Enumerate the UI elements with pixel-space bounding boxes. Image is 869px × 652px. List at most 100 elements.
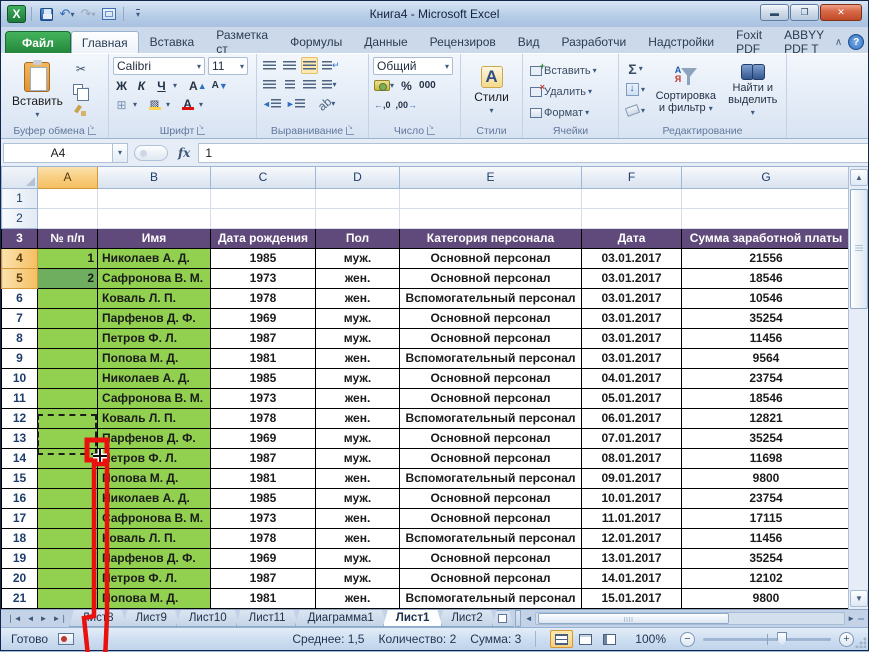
comma-style-button[interactable]: 000 [418,77,437,94]
accounting-format-button[interactable]: ▾ [373,77,395,94]
cell-gender-16[interactable]: муж. [316,488,400,508]
row-header-18[interactable]: 18 [2,528,38,548]
cell-gender-21[interactable]: жен. [316,588,400,608]
row-header-20[interactable]: 20 [2,568,38,588]
cell-sum-9[interactable]: 9564 [682,348,851,368]
cell-category-20[interactable]: Основной персонал [400,568,582,588]
percent-button[interactable]: % [398,77,415,94]
increase-indent-button[interactable]: ► [285,95,306,112]
dialog-launcher-icon[interactable] [346,127,354,135]
sheet-tab-Диаграмма1[interactable]: Диаграмма1 [295,610,387,627]
normal-view-button[interactable] [550,630,573,648]
cell-A18[interactable] [38,528,98,548]
page-layout-view-button[interactable] [574,630,597,648]
row-header-15[interactable]: 15 [2,468,38,488]
increase-decimal-button[interactable]: ←,0 [373,96,392,113]
row-header-5[interactable]: 5 [2,268,38,288]
orientation-button[interactable]: ab▾ [317,95,336,112]
next-sheet-icon[interactable]: ► [38,614,50,623]
cell-sum-19[interactable]: 35254 [682,548,851,568]
cell-D2[interactable] [316,208,400,228]
autosum-button[interactable]: Σ▾ [623,59,648,78]
grow-font-button[interactable]: А▲ [188,77,208,94]
cell-year-12[interactable]: 1978 [211,408,316,428]
vertical-scrollbar[interactable]: ▲ ▼ [848,167,868,609]
cell-D1[interactable] [316,188,400,208]
last-sheet-icon[interactable]: ►❘ [50,614,69,623]
cut-button[interactable]: ✂ [70,59,92,78]
cell-A19[interactable] [38,548,98,568]
number-format-combo[interactable]: Общий▾ [373,57,453,75]
cell-sum-13[interactable]: 35254 [682,428,851,448]
cell-gender-10[interactable]: муж. [316,368,400,388]
row-header-7[interactable]: 7 [2,308,38,328]
cell-category-11[interactable]: Основной персонал [400,388,582,408]
cell-date-20[interactable]: 14.01.2017 [582,568,682,588]
align-right-button[interactable] [301,76,318,93]
cell-name-19[interactable]: Парфенов Д. Ф. [98,548,211,568]
cell-name-20[interactable]: Петров Ф. Л. [98,568,211,588]
ribbon-tab-Надстройки[interactable]: Надстройки [637,31,725,53]
format-cells-button[interactable]: Формат▾ [527,103,614,122]
cell-year-8[interactable]: 1987 [211,328,316,348]
cell-C1[interactable] [211,188,316,208]
cell-E2[interactable] [400,208,582,228]
cell-A16[interactable] [38,488,98,508]
dialog-launcher-icon[interactable] [427,127,435,135]
cell-A6[interactable] [38,288,98,308]
sheet-tab-Лист11[interactable]: Лист11 [236,610,299,627]
cell-sum-10[interactable]: 23754 [682,368,851,388]
row-header-12[interactable]: 12 [2,408,38,428]
cell-year-10[interactable]: 1985 [211,368,316,388]
cell-A20[interactable] [38,568,98,588]
cell-date-5[interactable]: 03.01.2017 [582,268,682,288]
cell-year-6[interactable]: 1978 [211,288,316,308]
cell-sum-11[interactable]: 18546 [682,388,851,408]
cell-category-19[interactable]: Основной персонал [400,548,582,568]
row-header-9[interactable]: 9 [2,348,38,368]
worksheet-grid[interactable]: ABCDEFG123№ п/пИмяДата рожденияПолКатего… [1,167,850,609]
cell-gender-9[interactable]: жен. [316,348,400,368]
column-header-F[interactable]: F [582,167,682,188]
cell-category-18[interactable]: Вспомогательный персонал [400,528,582,548]
cell-gender-18[interactable]: жен. [316,528,400,548]
restore-button[interactable]: ❐ [790,4,819,21]
cell-gender-5[interactable]: жен. [316,268,400,288]
fill-color-button[interactable]: ▨ [146,96,163,113]
cell-name-14[interactable]: Петров Ф. Л. [98,448,211,468]
table-header-cell[interactable]: Дата [582,228,682,248]
prev-sheet-icon[interactable]: ◄ [25,614,37,623]
cell-category-13[interactable]: Основной персонал [400,428,582,448]
cell-A17[interactable] [38,508,98,528]
ribbon-tab-Формулы[interactable]: Формулы [279,31,353,53]
cell-gender-13[interactable]: муж. [316,428,400,448]
fill-button[interactable]: ▾ [623,80,648,99]
delete-cells-button[interactable]: Удалить▾ [527,82,614,101]
ribbon-tab-Рецензиров[interactable]: Рецензиров [419,31,507,53]
first-sheet-icon[interactable]: ❘◄ [5,614,24,623]
row-header-10[interactable]: 10 [2,368,38,388]
zoom-in-button[interactable]: + [839,632,854,647]
cell-category-6[interactable]: Вспомогательный персонал [400,288,582,308]
cell-year-17[interactable]: 1973 [211,508,316,528]
page-break-view-button[interactable] [598,630,621,648]
cell-category-12[interactable]: Вспомогательный персонал [400,408,582,428]
cell-name-8[interactable]: Петров Ф. Л. [98,328,211,348]
cell-name-15[interactable]: Попова М. Д. [98,468,211,488]
cell-name-17[interactable]: Сафронова В. М. [98,508,211,528]
cell-category-5[interactable]: Основной персонал [400,268,582,288]
font-name-combo[interactable]: Calibri▾ [113,57,205,75]
cell-gender-7[interactable]: муж. [316,308,400,328]
sheet-tab-Лист1[interactable]: Лист1 [383,610,443,627]
column-header-B[interactable]: B [98,167,211,188]
cell-date-8[interactable]: 03.01.2017 [582,328,682,348]
row-header-19[interactable]: 19 [2,548,38,568]
column-header-C[interactable]: C [211,167,316,188]
cell-A12[interactable] [38,408,98,428]
font-size-combo[interactable]: 11▾ [208,57,248,75]
sheet-tab-Лист10[interactable]: Лист10 [176,610,240,627]
cell-A5[interactable]: 2 [38,268,98,288]
align-bottom-button[interactable] [301,57,318,74]
align-left-button[interactable] [261,76,278,93]
cell-year-19[interactable]: 1969 [211,548,316,568]
